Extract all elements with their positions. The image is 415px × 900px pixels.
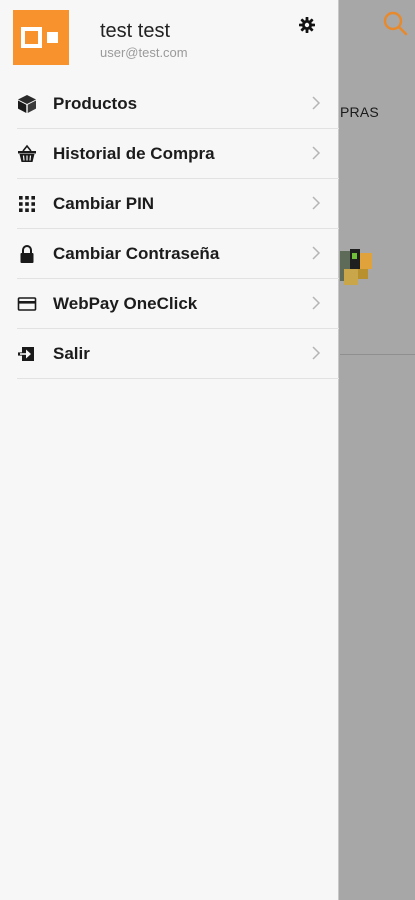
lock-icon [17, 244, 37, 264]
chevron-right-icon [312, 346, 321, 360]
search-icon[interactable] [382, 10, 408, 36]
menu-item-label: Cambiar PIN [53, 193, 155, 213]
gear-icon[interactable] [298, 16, 316, 34]
credit-card-icon [17, 294, 37, 314]
menu-item-cambiar-contrasena[interactable]: Cambiar Contraseña [17, 229, 339, 279]
chevron-right-icon [312, 246, 321, 260]
menu-item-cambiar-pin[interactable]: Cambiar PIN [17, 179, 339, 229]
exit-icon [17, 344, 37, 364]
drawer-menu: Productos Historial de Compra Cambiar PI… [0, 79, 339, 379]
user-name: test test [100, 20, 171, 42]
divider [340, 354, 415, 355]
menu-item-historial-de-compra[interactable]: Historial de Compra [17, 129, 339, 179]
product-thumbnail[interactable] [340, 247, 374, 287]
app-logo [13, 10, 69, 65]
keypad-icon [17, 194, 37, 214]
menu-item-productos[interactable]: Productos [17, 79, 339, 129]
chevron-right-icon [312, 96, 321, 110]
chevron-right-icon [312, 146, 321, 160]
background-section-label: PRAS [340, 104, 379, 120]
user-email: user@test.com [100, 45, 188, 60]
cube-icon [17, 94, 37, 114]
side-drawer: test test user@test.com Productos Histor… [0, 0, 339, 900]
chevron-right-icon [312, 196, 321, 210]
menu-item-label: Cambiar Contraseña [53, 243, 220, 263]
drawer-header: test test user@test.com [0, 0, 338, 80]
chevron-right-icon [312, 296, 321, 310]
basket-icon [17, 144, 37, 164]
menu-item-label: WebPay OneClick [53, 293, 198, 313]
menu-item-label: Historial de Compra [53, 143, 215, 163]
menu-item-webpay-oneclick[interactable]: WebPay OneClick [17, 279, 339, 329]
menu-item-label: Salir [53, 343, 90, 363]
menu-item-label: Productos [53, 93, 138, 113]
menu-item-salir[interactable]: Salir [17, 329, 339, 379]
